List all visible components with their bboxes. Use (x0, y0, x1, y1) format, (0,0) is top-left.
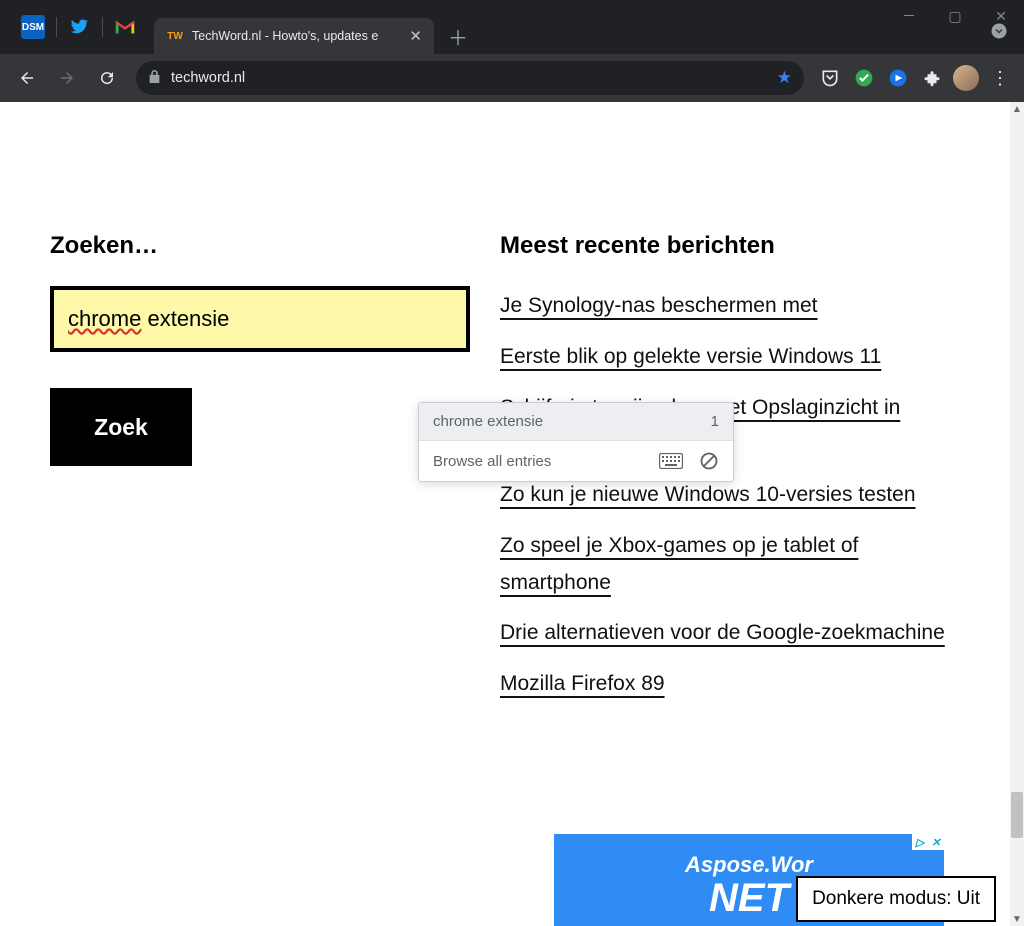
pinned-tab-dsm[interactable]: DSM (10, 9, 56, 45)
url-text: techword.nl (171, 70, 767, 86)
blue-extension-icon[interactable] (884, 64, 912, 92)
recent-posts-heading: Meest recente berichten (500, 232, 960, 260)
scroll-down-arrow[interactable]: ▼ (1010, 912, 1024, 926)
dark-mode-toggle[interactable]: Donkere modus: Uit (796, 876, 996, 922)
search-input-wrapper[interactable]: chrome extensie (50, 286, 470, 352)
tab-close-button[interactable]: ✕ (409, 27, 422, 45)
adchoices-controls: ▷ ✕ (912, 834, 944, 850)
post-link[interactable]: Zo speel je Xbox-games op je tablet of s… (500, 534, 858, 594)
profile-avatar[interactable] (952, 64, 980, 92)
keyboard-icon[interactable] (659, 453, 683, 469)
post-link[interactable]: Drie alternatieven voor de Google-zoekma… (500, 621, 945, 644)
autofill-suggestion-count: 1 (711, 413, 719, 430)
list-item: Drie alternatieven voor de Google-zoekma… (500, 615, 960, 652)
scroll-up-arrow[interactable]: ▲ (1010, 102, 1024, 116)
search-input[interactable]: chrome extensie (68, 306, 452, 332)
pinned-tabs: DSM (0, 0, 148, 54)
autofill-dropdown: chrome extensie 1 Browse all entries (418, 402, 734, 482)
pinned-tab-gmail[interactable] (102, 9, 148, 45)
address-bar[interactable]: techword.nl ★ (136, 61, 804, 95)
window-controls: － ▢ ✕ (886, 0, 1024, 32)
post-link[interactable]: Mozilla Firefox 89 (500, 672, 665, 695)
reload-icon (98, 69, 116, 87)
block-icon[interactable] (699, 451, 719, 471)
autofill-browse-all[interactable]: Browse all entries (433, 453, 551, 470)
list-item: Zo speel je Xbox-games op je tablet of s… (500, 528, 960, 602)
back-button[interactable] (10, 61, 44, 95)
autofill-browse-row: Browse all entries (419, 441, 733, 481)
search-section: Zoeken… chrome extensie Zoek (50, 232, 480, 717)
arrow-right-icon (58, 69, 76, 87)
post-link[interactable]: Je Synology-nas beschermen met (500, 294, 818, 317)
twitter-icon (69, 17, 89, 37)
new-tab-button[interactable]: ＋ (442, 20, 474, 52)
ad-line1: Aspose.Wor (554, 852, 944, 878)
vertical-scrollbar[interactable]: ▲ ▼ (1010, 102, 1024, 926)
scrollbar-thumb[interactable] (1011, 792, 1023, 838)
autofill-suggestion[interactable]: chrome extensie 1 (419, 403, 733, 440)
gmail-icon (114, 18, 136, 36)
minimize-button[interactable]: － (886, 0, 932, 32)
arrow-left-icon (18, 69, 36, 87)
menu-button[interactable]: ⋮ (986, 64, 1014, 92)
ad-close-icon[interactable]: ✕ (928, 834, 944, 850)
tab-title: TechWord.nl - Howto's, updates e (192, 29, 401, 43)
dark-mode-label: Donkere modus: (812, 888, 951, 909)
active-tab[interactable]: TW TechWord.nl - Howto's, updates e ✕ (154, 18, 434, 54)
post-link[interactable]: Zo kun je nieuwe Windows 10-versies test… (500, 483, 916, 506)
search-button[interactable]: Zoek (50, 388, 192, 466)
search-heading: Zoeken… (50, 232, 480, 260)
lock-icon (148, 69, 161, 87)
list-item: Je Synology-nas beschermen met (500, 288, 960, 325)
maximize-button[interactable]: ▢ (932, 0, 978, 32)
check-extension-icon[interactable] (850, 64, 878, 92)
autofill-suggestion-text: chrome extensie (433, 413, 543, 430)
post-link[interactable]: Eerste blik op gelekte versie Windows 11 (500, 345, 881, 368)
forward-button[interactable] (50, 61, 84, 95)
browser-toolbar: techword.nl ★ ⋮ (0, 54, 1024, 102)
list-item: Zo kun je nieuwe Windows 10-versies test… (500, 477, 960, 514)
list-item: Eerste blik op gelekte versie Windows 11 (500, 339, 960, 376)
recent-posts-list: Je Synology-nas beschermen met Eerste bl… (500, 288, 960, 703)
pocket-extension-icon[interactable] (816, 64, 844, 92)
close-window-button[interactable]: ✕ (978, 0, 1024, 32)
adchoices-info-icon[interactable]: ▷ (912, 834, 928, 850)
avatar-image (953, 65, 979, 91)
extensions-puzzle-icon[interactable] (918, 64, 946, 92)
reload-button[interactable] (90, 61, 124, 95)
pinned-tab-twitter[interactable] (56, 9, 102, 45)
bookmark-star-icon[interactable]: ★ (777, 68, 792, 88)
tab-favicon: TW (166, 27, 184, 45)
browser-titlebar: － ▢ ✕ DSM TW TechWord.nl - Howto's, upda… (0, 0, 1024, 54)
list-item: Mozilla Firefox 89 (500, 666, 960, 703)
page-viewport: Zoeken… chrome extensie Zoek Meest recen… (0, 102, 1010, 926)
dark-mode-state: Uit (957, 888, 980, 909)
